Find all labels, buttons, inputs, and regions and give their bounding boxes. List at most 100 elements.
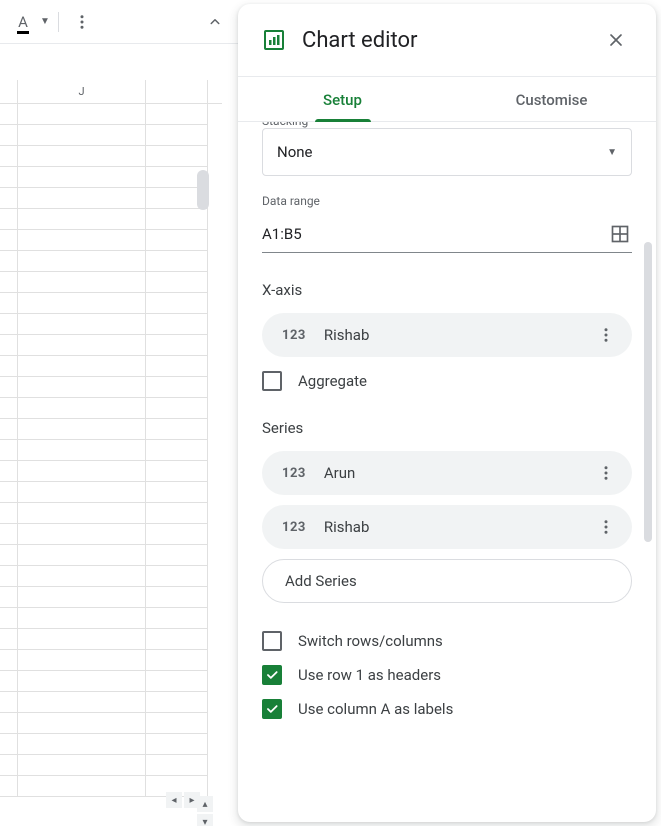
data-range-label: Data range: [262, 194, 632, 208]
grid-row[interactable]: [0, 734, 222, 755]
chart-icon: [262, 28, 286, 52]
close-button[interactable]: [596, 20, 636, 60]
use-row-1-headers-row[interactable]: Use row 1 as headers: [262, 665, 632, 685]
grid-row[interactable]: [0, 461, 222, 482]
x-axis-chip[interactable]: 123 Rishab: [262, 313, 632, 357]
data-range-row: [262, 216, 632, 253]
column-header[interactable]: [146, 80, 208, 103]
more-vert-icon: [73, 13, 91, 31]
check-icon: [265, 668, 279, 682]
grid-row[interactable]: [0, 629, 222, 650]
series-chip-menu[interactable]: [588, 455, 624, 491]
editor-scroll-area[interactable]: Stacking None ▼ Data range X-axis 123: [238, 122, 656, 822]
grid-row[interactable]: [0, 230, 222, 251]
grid-row[interactable]: [0, 419, 222, 440]
grid-row[interactable]: [0, 545, 222, 566]
grid-row[interactable]: [0, 671, 222, 692]
column-header-j[interactable]: J: [18, 80, 146, 103]
column-header[interactable]: [0, 80, 18, 103]
series-type-badge: 123: [282, 520, 306, 535]
grid-row[interactable]: [0, 272, 222, 293]
series-chip-label: Arun: [324, 464, 588, 482]
column-headers: J: [0, 80, 222, 104]
grid-rows: [0, 104, 222, 797]
use-column-a-labels-checkbox[interactable]: [262, 699, 282, 719]
editor-tabs: Setup Customise: [238, 77, 656, 122]
more-vert-icon: [597, 326, 615, 344]
data-range-input[interactable]: [262, 225, 600, 243]
grid-row[interactable]: [0, 335, 222, 356]
series-type-badge: 123: [282, 466, 306, 481]
grid-row[interactable]: [0, 356, 222, 377]
use-row-1-headers-label: Use row 1 as headers: [298, 666, 441, 684]
chart-editor-panel: Chart editor Setup Customise Stacking No…: [238, 4, 656, 822]
select-range-button[interactable]: [608, 222, 632, 246]
grid-row[interactable]: [0, 125, 222, 146]
aggregate-checkbox[interactable]: [262, 371, 282, 391]
text-color-button[interactable]: A: [8, 7, 38, 37]
grid-row[interactable]: [0, 713, 222, 734]
grid-row[interactable]: [0, 482, 222, 503]
grid-row[interactable]: [0, 524, 222, 545]
grid-row[interactable]: [0, 650, 222, 671]
grid-row[interactable]: [0, 440, 222, 461]
add-series-button[interactable]: Add Series: [262, 559, 632, 603]
check-icon: [265, 702, 279, 716]
collapse-button[interactable]: [200, 7, 230, 37]
grid-row[interactable]: [0, 167, 222, 188]
aggregate-label: Aggregate: [298, 372, 367, 390]
more-vert-icon: [597, 518, 615, 536]
stacking-value: None: [277, 143, 313, 161]
use-row-1-headers-checkbox[interactable]: [262, 665, 282, 685]
tab-customise[interactable]: Customise: [447, 77, 656, 121]
chevron-down-icon[interactable]: ▼: [40, 16, 50, 27]
series-chip-label: Rishab: [324, 518, 588, 536]
scroll-down-button[interactable]: ▾: [197, 814, 213, 826]
series-chip-menu[interactable]: [588, 509, 624, 545]
grid-row[interactable]: [0, 398, 222, 419]
close-icon: [606, 30, 626, 50]
series-chip[interactable]: 123 Arun: [262, 451, 632, 495]
aggregate-checkbox-row[interactable]: Aggregate: [262, 371, 632, 391]
x-axis-chip-label: Rishab: [324, 326, 588, 344]
switch-rows-columns-row[interactable]: Switch rows/columns: [262, 631, 632, 651]
more-button[interactable]: [67, 7, 97, 37]
grid-row[interactable]: [0, 587, 222, 608]
chevron-up-icon: [206, 13, 224, 31]
grid-row[interactable]: [0, 503, 222, 524]
stacking-select[interactable]: None ▼: [262, 128, 632, 176]
grid-row[interactable]: [0, 251, 222, 272]
grid-row[interactable]: [0, 146, 222, 167]
x-axis-title: X-axis: [262, 281, 632, 299]
x-axis-type-badge: 123: [282, 328, 306, 343]
use-column-a-labels-label: Use column A as labels: [298, 700, 453, 718]
more-vert-icon: [597, 464, 615, 482]
grid-row[interactable]: [0, 566, 222, 587]
scroll-right-button[interactable]: ▸: [184, 792, 200, 808]
grid-row[interactable]: [0, 755, 222, 776]
scrollbar-vertical[interactable]: ▴ ▾: [197, 148, 209, 798]
grid-row[interactable]: [0, 608, 222, 629]
grid-row[interactable]: [0, 188, 222, 209]
toolbar: A ▼: [0, 0, 238, 44]
grid-row[interactable]: [0, 314, 222, 335]
chart-editor-header: Chart editor: [238, 4, 656, 77]
use-column-a-labels-row[interactable]: Use column A as labels: [262, 699, 632, 719]
scrollbar-thumb[interactable]: [197, 170, 209, 210]
switch-rows-columns-label: Switch rows/columns: [298, 632, 443, 650]
grid-row[interactable]: [0, 377, 222, 398]
spreadsheet-grid[interactable]: J ▴ ▾ ◂ ▸: [0, 44, 222, 826]
grid-row[interactable]: [0, 104, 222, 125]
switch-rows-columns-checkbox[interactable]: [262, 631, 282, 651]
grid-row[interactable]: [0, 293, 222, 314]
grid-row[interactable]: [0, 692, 222, 713]
chevron-down-icon: ▼: [607, 147, 617, 158]
scroll-left-button[interactable]: ◂: [166, 792, 182, 808]
add-series-label: Add Series: [285, 572, 357, 590]
series-chip[interactable]: 123 Rishab: [262, 505, 632, 549]
editor-scrollbar-thumb[interactable]: [644, 242, 652, 542]
grid-row[interactable]: [0, 209, 222, 230]
tab-setup[interactable]: Setup: [238, 77, 447, 121]
x-axis-chip-menu[interactable]: [588, 317, 624, 353]
divider: [58, 12, 59, 32]
